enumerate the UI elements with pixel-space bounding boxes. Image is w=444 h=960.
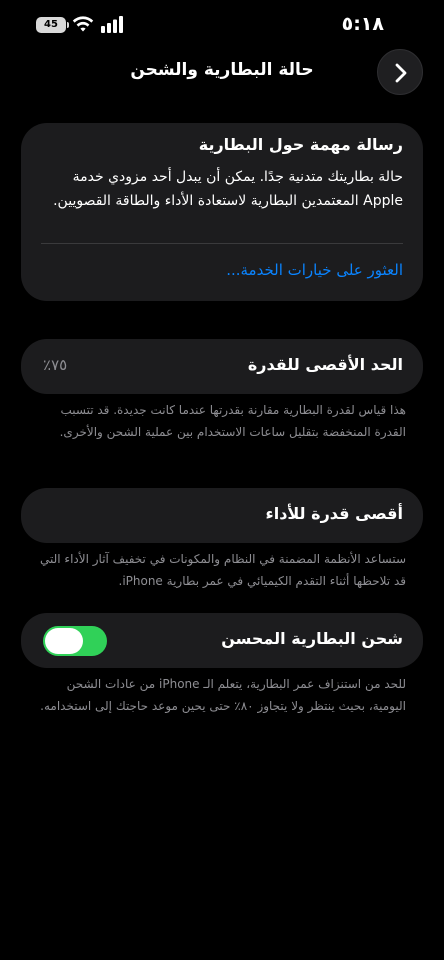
- max-capacity-label: الحد الأقصى للقدرة: [247, 355, 403, 374]
- max-capacity-row: الحد الأقصى للقدرة ٧٥٪: [21, 339, 423, 394]
- optimized-charging-toggle[interactable]: [43, 626, 107, 656]
- max-capacity-value: ٧٥٪: [43, 356, 68, 374]
- battery-message-title: رسالة مهمة حول البطارية: [198, 135, 403, 154]
- optimized-charging-row: شحن البطارية المحسن: [21, 613, 423, 668]
- peak-performance-label: أقصى قدرة للأداء: [265, 504, 403, 523]
- battery-health-screen: 45 ٥:١٨ حالة البطارية والشحن رسالة مهمة …: [0, 0, 444, 960]
- wifi-icon: [72, 16, 94, 32]
- battery-icon: 45: [36, 17, 69, 33]
- max-capacity-footnote: هذا قياس لقدرة البطارية مقارنة بقدرتها ع…: [59, 403, 406, 439]
- optimized-charging-label: شحن البطارية المحسن: [221, 629, 403, 648]
- divider: [41, 243, 403, 244]
- cellular-signal-icon: [101, 16, 123, 33]
- battery-message-card: رسالة مهمة حول البطارية حالة بطاريتك متد…: [21, 123, 423, 301]
- find-service-options-link[interactable]: العثور على خيارات الخدمة...: [226, 261, 403, 279]
- toggle-knob: [45, 628, 83, 654]
- battery-message-body: حالة بطاريتك متدنية جدًا. يمكن أن يبدل أ…: [53, 169, 403, 209]
- peak-performance-row: أقصى قدرة للأداء: [21, 488, 423, 543]
- status-bar: 45 ٥:١٨: [0, 0, 444, 52]
- status-time: ٥:١٨: [341, 13, 384, 35]
- optimized-charging-footnote: للحد من استنزاف عمر البطارية، يتعلم الـ …: [40, 677, 406, 713]
- peak-performance-footnote: ستساعد الأنظمة المضمنة في النظام والمكون…: [40, 552, 406, 588]
- page-title: حالة البطارية والشحن: [130, 60, 314, 80]
